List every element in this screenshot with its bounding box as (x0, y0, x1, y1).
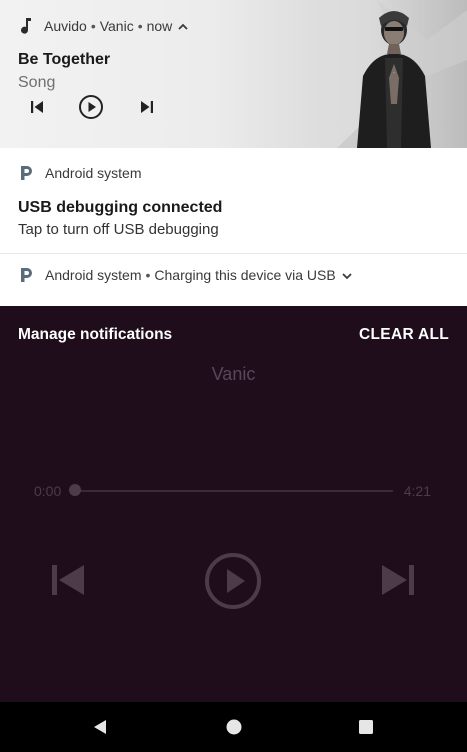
media-track-subtitle: Song (18, 74, 56, 91)
clear-all-button[interactable]: CLEAR ALL (359, 326, 449, 344)
seek-thumb[interactable] (69, 484, 81, 496)
charging-text: Charging this device via USB (154, 267, 336, 283)
usb-notification[interactable]: Android system USB debugging connected T… (0, 148, 467, 306)
divider (0, 253, 467, 254)
navigation-bar (0, 702, 467, 752)
usb-notification-text: Tap to turn off USB debugging (18, 221, 219, 238)
charging-notification[interactable]: Android system • Charging this device vi… (18, 265, 353, 285)
separator-dot: • (90, 18, 96, 34)
usb-notification-header: Android system (18, 163, 141, 183)
separator-dot: • (145, 267, 151, 283)
usb-notification-title: USB debugging connected (18, 199, 223, 216)
android-system-icon (18, 164, 34, 182)
elapsed-time: 0:00 (34, 483, 62, 499)
chevron-down-icon[interactable] (341, 269, 353, 281)
separator-dot: • (137, 18, 143, 34)
charging-source-label: Android system (45, 267, 142, 283)
media-app-name: Auvido (44, 18, 87, 34)
usb-source-label: Android system (45, 165, 142, 181)
android-system-icon (18, 266, 34, 284)
music-note-icon (18, 16, 34, 36)
media-track-title: Be Together (18, 51, 111, 68)
player-skip-next-icon[interactable] (378, 560, 418, 600)
back-icon[interactable] (85, 712, 115, 742)
chevron-up-icon[interactable] (177, 20, 189, 32)
skip-next-icon[interactable] (132, 92, 162, 122)
play-circle-icon[interactable] (76, 92, 106, 122)
home-icon[interactable] (219, 712, 249, 742)
seek-bar[interactable] (75, 490, 393, 492)
media-header-artist: Vanic (99, 18, 134, 34)
media-header-time: now (146, 18, 173, 34)
media-notification[interactable]: Auvido • Vanic • now Be Together Song ~ (0, 0, 467, 148)
album-art-image: ~ (317, 0, 467, 148)
manage-notifications-button[interactable]: Manage notifications (18, 326, 172, 344)
player-play-icon[interactable] (203, 551, 263, 611)
duration-time: 4:21 (403, 483, 431, 499)
media-notification-header: Auvido • Vanic • now (18, 16, 189, 36)
player-skip-previous-icon[interactable] (48, 560, 88, 600)
player-artist: Vanic (211, 364, 256, 384)
recents-icon[interactable] (351, 712, 381, 742)
skip-previous-icon[interactable] (22, 92, 52, 122)
